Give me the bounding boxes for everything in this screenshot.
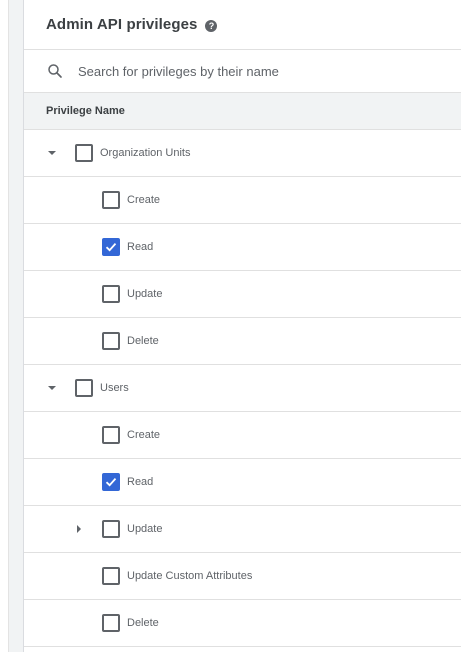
search-bar (24, 50, 461, 93)
privilege-label: Read (127, 476, 154, 488)
checkbox-users-read[interactable] (102, 473, 120, 491)
privilege-label: Delete (127, 617, 159, 629)
privilege-label: Read (127, 241, 154, 253)
panel-title: Admin API privileges (46, 16, 198, 33)
checkbox-users-update-custom-attributes[interactable] (102, 567, 120, 585)
panel-header: Admin API privileges ? (24, 0, 461, 50)
checkbox-ou-delete[interactable] (102, 332, 120, 350)
privilege-label: Create (127, 194, 161, 206)
checkbox-users-update[interactable] (102, 520, 120, 538)
group-label: Organization Units (100, 147, 191, 159)
privilege-row-users-update-custom-attributes: Update Custom Attributes (24, 553, 461, 600)
privilege-row-users-create: Create (24, 412, 461, 459)
privilege-label: Delete (127, 335, 159, 347)
caret-down-icon[interactable] (45, 381, 59, 395)
group-row-organization-units: Organization Units (24, 130, 461, 177)
privilege-row-ou-create: Create (24, 177, 461, 224)
caret-right-icon[interactable] (72, 522, 86, 536)
checkbox-ou-read[interactable] (102, 238, 120, 256)
privilege-label: Update Custom Attributes (127, 570, 253, 582)
checkbox-users-create[interactable] (102, 426, 120, 444)
privileges-panel: Admin API privileges ? Privilege Name Or… (23, 0, 461, 652)
privilege-row-users-read: Read (24, 459, 461, 506)
privilege-row-ou-update: Update (24, 271, 461, 318)
privilege-row-users-update: Update (24, 506, 461, 553)
privilege-label: Create (127, 429, 161, 441)
privilege-label: Update (127, 523, 163, 535)
checkbox-ou-update[interactable] (102, 285, 120, 303)
left-sidebar-edge (0, 0, 9, 652)
checkbox-users[interactable] (75, 379, 93, 397)
checkbox-users-delete[interactable] (102, 614, 120, 632)
privilege-row-users-delete: Delete (24, 600, 461, 647)
checkbox-ou-create[interactable] (102, 191, 120, 209)
search-icon (48, 64, 62, 78)
column-header-privilege-name: Privilege Name (24, 93, 461, 130)
search-input[interactable] (78, 63, 378, 79)
group-row-users: Users (24, 365, 461, 412)
privilege-label: Update (127, 288, 163, 300)
privilege-row-ou-delete: Delete (24, 318, 461, 365)
checkbox-organization-units[interactable] (75, 144, 93, 162)
caret-down-icon[interactable] (45, 146, 59, 160)
privilege-row-ou-read: Read (24, 224, 461, 271)
checkmark-icon (105, 478, 117, 487)
help-icon[interactable]: ? (205, 19, 218, 32)
group-label: Users (100, 382, 129, 394)
checkmark-icon (105, 243, 117, 252)
